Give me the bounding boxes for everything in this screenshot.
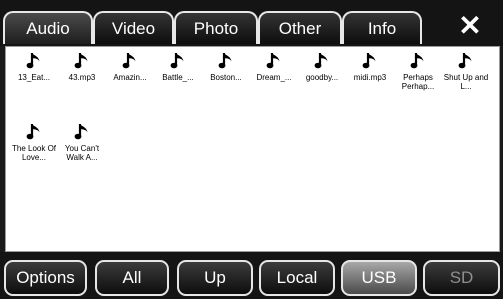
file-name: Perhaps Perhap... <box>401 73 435 91</box>
file-name: 43.mp3 <box>68 73 96 82</box>
bottom-bar: Options All Up Local USB SD <box>0 252 503 299</box>
tab-info[interactable]: Info <box>342 11 422 44</box>
tab-audio[interactable]: Audio <box>3 11 93 44</box>
all-button[interactable]: All <box>95 260 169 296</box>
tab-bar: Audio Video Photo Other Info ✕ <box>0 0 503 46</box>
file-item[interactable]: Perhaps Perhap... <box>394 51 442 122</box>
file-name: Dream_... <box>256 73 292 82</box>
file-name: Battle_... <box>162 73 194 82</box>
file-item[interactable]: 43.mp3 <box>58 51 106 122</box>
music-note-icon <box>314 53 328 69</box>
file-item[interactable]: Boston... <box>202 51 250 122</box>
file-item[interactable]: Battle_... <box>154 51 202 122</box>
file-item[interactable]: Dream_... <box>250 51 298 122</box>
music-note-icon <box>26 124 40 140</box>
file-item[interactable]: You Can't Walk A... <box>58 122 106 193</box>
file-item[interactable]: goodby... <box>298 51 346 122</box>
file-item[interactable]: midi.mp3 <box>346 51 394 122</box>
music-note-icon <box>74 53 88 69</box>
tab-photo[interactable]: Photo <box>174 11 258 44</box>
music-note-icon <box>410 53 424 69</box>
file-name: goodby... <box>305 73 339 82</box>
music-note-icon <box>266 53 280 69</box>
music-note-icon <box>74 124 88 140</box>
music-note-icon <box>218 53 232 69</box>
file-name: 13_Eat... <box>17 73 51 82</box>
music-note-icon <box>122 53 136 69</box>
local-button[interactable]: Local <box>259 260 335 296</box>
music-note-icon <box>26 53 40 69</box>
file-item[interactable]: Amazin... <box>106 51 154 122</box>
options-button[interactable]: Options <box>4 260 87 296</box>
music-note-icon <box>170 53 184 69</box>
file-name: midi.mp3 <box>353 73 387 82</box>
up-button[interactable]: Up <box>177 260 253 296</box>
file-name: Boston... <box>210 73 242 82</box>
tab-video[interactable]: Video <box>93 11 174 44</box>
usb-button[interactable]: USB <box>341 260 417 296</box>
music-note-icon <box>362 53 376 69</box>
close-button[interactable]: ✕ <box>448 8 492 44</box>
music-note-icon <box>458 53 472 69</box>
sd-button[interactable]: SD <box>423 260 500 296</box>
file-pane: 13_Eat... 43.mp3 Amazin... Battle_... Bo… <box>5 46 500 252</box>
file-item[interactable]: 13_Eat... <box>10 51 58 122</box>
file-name: Shut Up and L... <box>443 73 489 91</box>
tab-other[interactable]: Other <box>258 11 342 44</box>
file-item[interactable]: Shut Up and L... <box>442 51 490 122</box>
file-name: You Can't Walk A... <box>64 144 100 162</box>
file-grid: 13_Eat... 43.mp3 Amazin... Battle_... Bo… <box>10 51 500 193</box>
file-name: The Look Of Love... <box>11 144 57 162</box>
file-item[interactable]: The Look Of Love... <box>10 122 58 193</box>
file-name: Amazin... <box>113 73 147 82</box>
